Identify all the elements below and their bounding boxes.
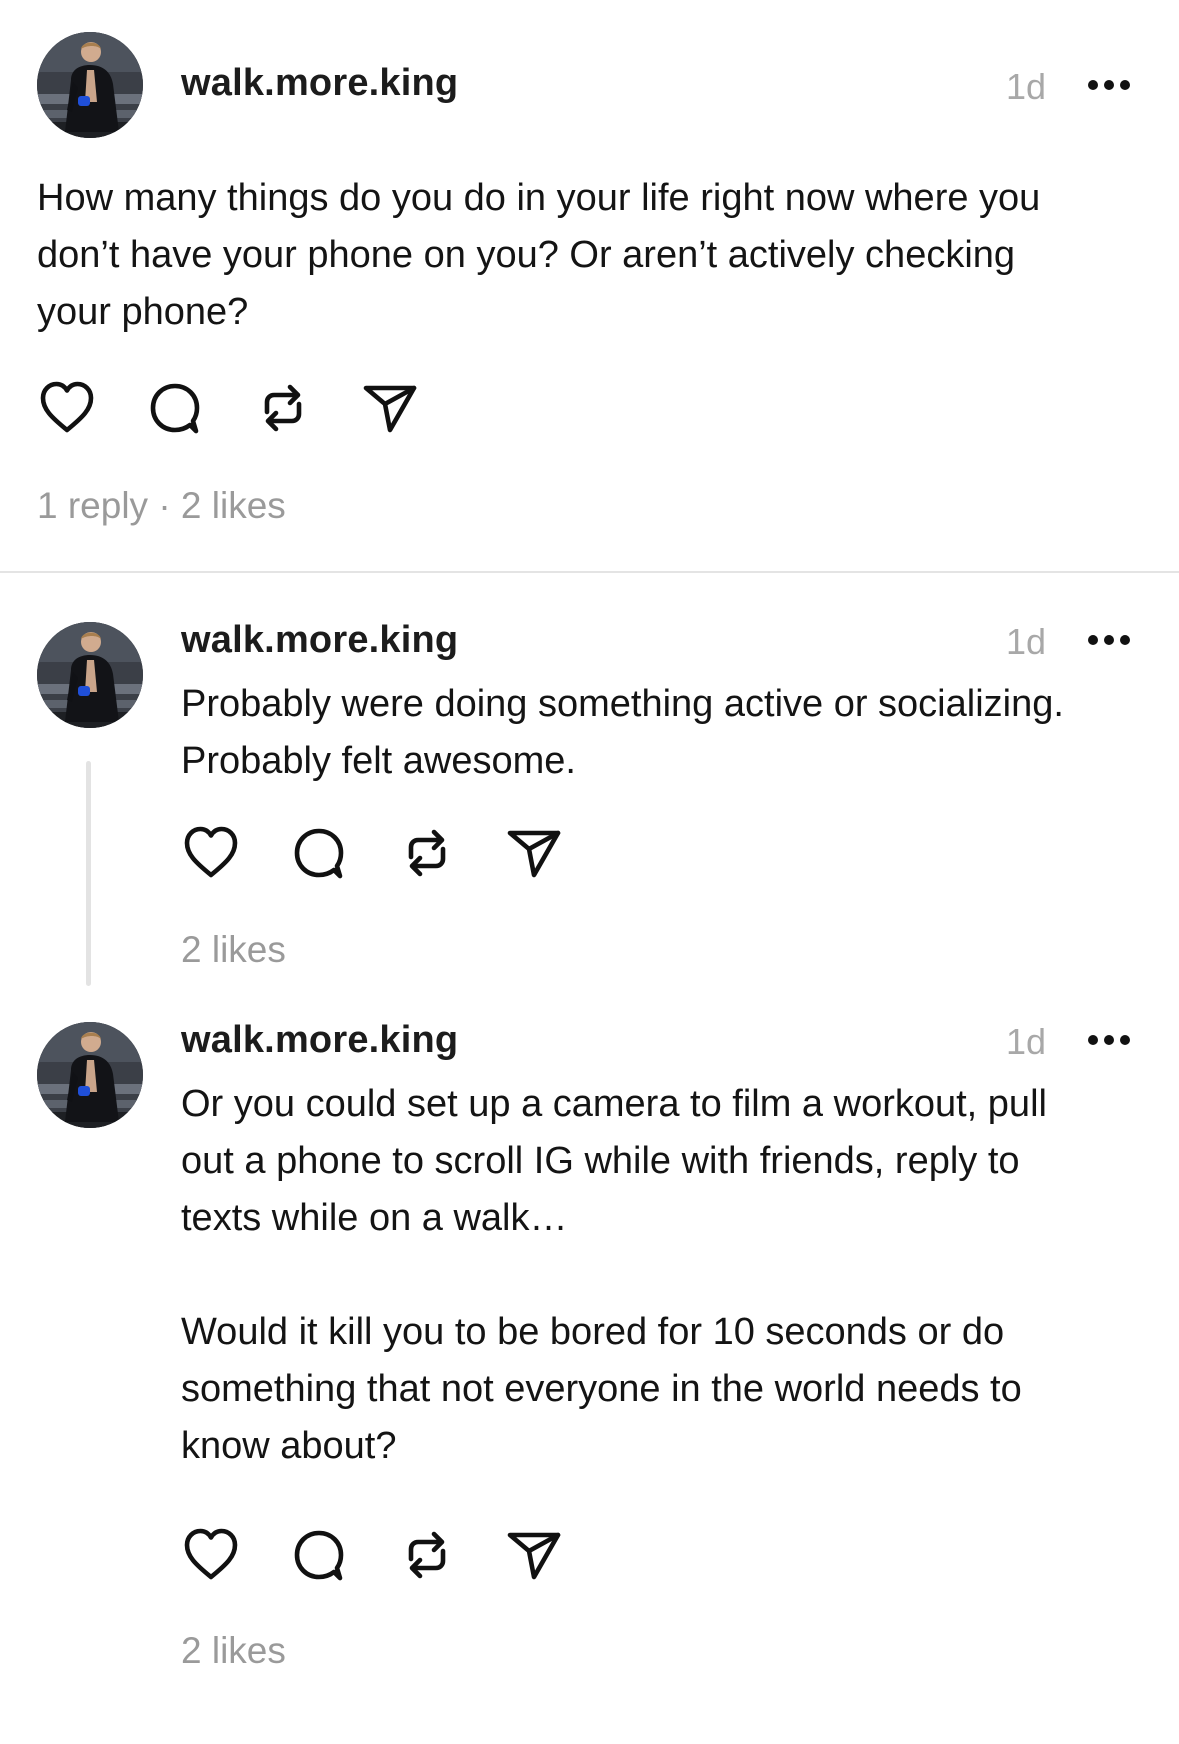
action-bar [181, 823, 581, 883]
action-bar [181, 1525, 581, 1585]
send-icon[interactable] [504, 1525, 564, 1585]
repost-icon[interactable] [397, 1525, 457, 1585]
timestamp: 1d [1006, 66, 1047, 107]
post-text: Or you could set up a camera to film a w… [181, 1083, 1047, 1467]
more-horizontal-icon[interactable] [1085, 1030, 1133, 1050]
heart-icon[interactable] [181, 823, 241, 883]
action-bar [37, 378, 437, 438]
avatar-image [37, 622, 143, 728]
avatar-image [37, 32, 143, 138]
repost-icon[interactable] [253, 378, 313, 438]
username[interactable]: walk.more.king [181, 619, 458, 662]
divider [0, 571, 1179, 573]
send-icon[interactable] [360, 378, 420, 438]
send-icon[interactable] [504, 823, 564, 883]
username[interactable]: walk.more.king [181, 1019, 458, 1062]
post-text: How many things do you do in your life r… [37, 177, 1041, 333]
username[interactable]: walk.more.king [181, 62, 458, 105]
timestamp: 1d [1006, 621, 1047, 662]
comment-bubble-icon[interactable] [145, 378, 205, 438]
more-horizontal-icon[interactable] [1085, 75, 1133, 95]
repost-icon[interactable] [397, 823, 457, 883]
more-horizontal-icon[interactable] [1085, 630, 1133, 650]
heart-icon[interactable] [37, 378, 97, 438]
post-stats[interactable]: 2 likes [181, 929, 286, 971]
heart-icon[interactable] [181, 1525, 241, 1585]
post-stats[interactable]: 1 reply · 2 likes [37, 485, 286, 527]
timestamp: 1d [1006, 1021, 1047, 1062]
avatar-image [37, 1022, 143, 1128]
comment-bubble-icon[interactable] [289, 1525, 349, 1585]
avatar[interactable] [37, 622, 143, 728]
post-stats[interactable]: 2 likes [181, 1630, 286, 1672]
thread-line [86, 761, 91, 986]
post-text: Probably were doing something active or … [181, 683, 1064, 782]
avatar[interactable] [37, 32, 143, 138]
avatar[interactable] [37, 1022, 143, 1128]
comment-bubble-icon[interactable] [289, 823, 349, 883]
